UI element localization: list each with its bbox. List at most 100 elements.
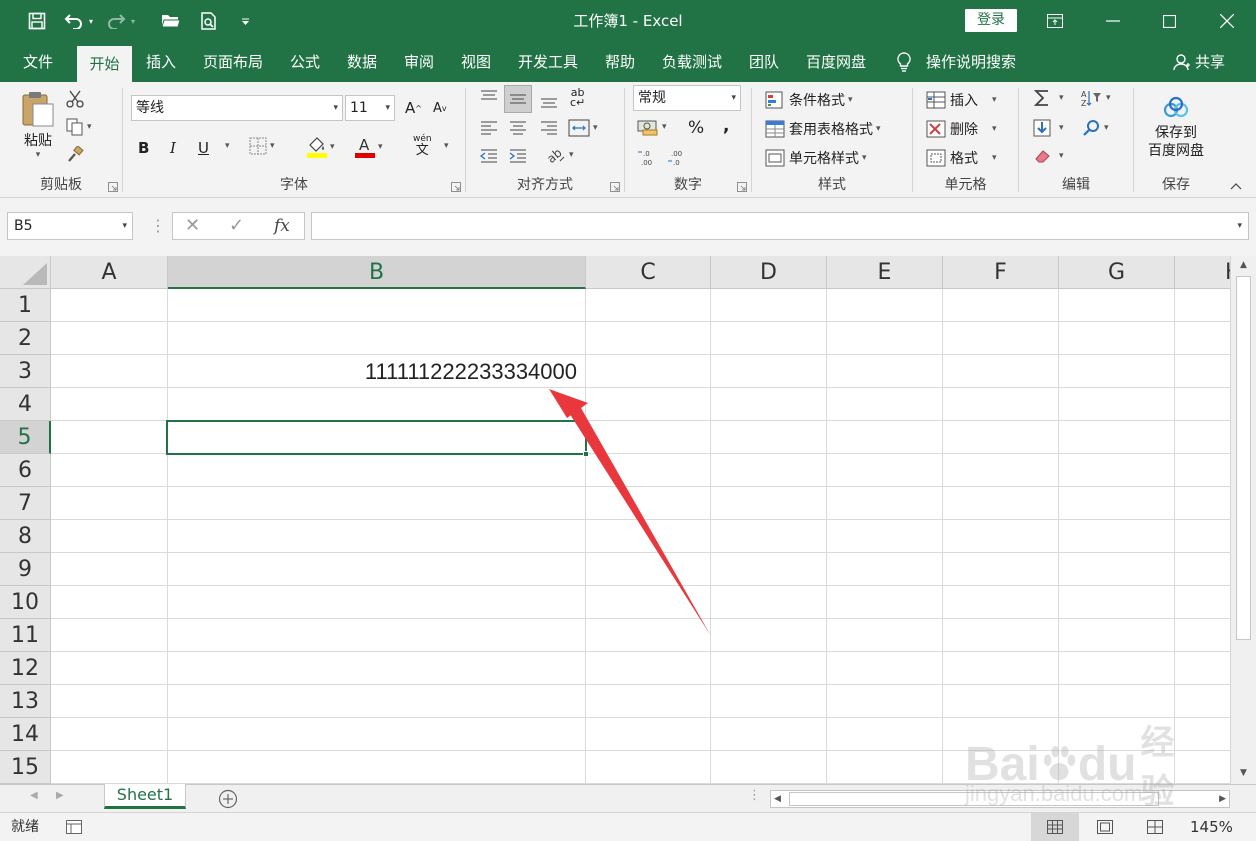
save-to-baidu-button[interactable]: 保存到 百度网盘 xyxy=(1142,96,1210,160)
clipboard-launcher-icon[interactable] xyxy=(108,182,118,192)
scroll-down-icon[interactable]: ▼ xyxy=(1236,766,1251,781)
cut-button[interactable] xyxy=(66,90,84,108)
font-size-combo[interactable]: 11 ▾ xyxy=(345,95,395,121)
sort-filter-button[interactable]: AZ ▾ xyxy=(1081,89,1111,107)
align-center-button[interactable] xyxy=(508,120,528,136)
scroll-left-icon[interactable]: ◀ xyxy=(774,791,781,807)
copy-button[interactable]: ▾ xyxy=(66,118,92,136)
delete-cells-button[interactable]: 删除 ▾ xyxy=(926,119,997,139)
page-break-view-button[interactable] xyxy=(1131,813,1179,841)
number-launcher-icon[interactable] xyxy=(737,182,747,192)
font-launcher-icon[interactable] xyxy=(451,182,461,192)
maximize-icon[interactable] xyxy=(1140,0,1198,42)
tab-page-layout[interactable]: 页面布局 xyxy=(196,42,270,82)
formula-bar: B5 ▾ ⋮ ✕ ✓ fx ▾ xyxy=(0,198,1256,256)
format-as-table-button[interactable]: 套用表格格式 ▾ xyxy=(765,119,881,139)
prev-sheet-icon[interactable]: ◀ xyxy=(30,790,38,801)
phonetic-guide-button[interactable]: wén 文 xyxy=(413,134,432,158)
tab-baidu-netdisk[interactable]: 百度网盘 xyxy=(799,42,873,82)
clear-button[interactable]: ▾ xyxy=(1033,148,1064,164)
close-icon[interactable] xyxy=(1198,0,1256,42)
align-left-button[interactable] xyxy=(479,120,499,136)
formula-bar-grip-icon[interactable]: ⋮ xyxy=(150,216,166,235)
tell-me-search[interactable]: 操作说明搜索 xyxy=(896,42,1026,82)
decrease-decimal-button[interactable]: .00.0 xyxy=(667,148,689,166)
tab-splitter-icon[interactable]: ⋮ xyxy=(748,788,761,803)
autosum-button[interactable]: ▾ xyxy=(1033,88,1064,108)
format-cells-button[interactable]: 格式 ▾ xyxy=(926,148,997,168)
tab-load-test[interactable]: 负载测试 xyxy=(655,42,729,82)
collapse-ribbon-icon[interactable] xyxy=(1230,182,1242,190)
tab-help[interactable]: 帮助 xyxy=(598,42,642,82)
svg-text:.00: .00 xyxy=(671,150,682,158)
tab-developer[interactable]: 开发工具 xyxy=(511,42,585,82)
share-button[interactable]: 共享 xyxy=(1173,42,1225,82)
horizontal-scrollbar[interactable]: ◀ ▶ xyxy=(770,790,1230,808)
percent-button[interactable]: % xyxy=(688,118,704,138)
add-sheet-icon[interactable] xyxy=(218,789,238,809)
tab-team[interactable]: 团队 xyxy=(742,42,786,82)
increase-font-button[interactable]: A ^ xyxy=(405,99,422,117)
comma-button[interactable]: , xyxy=(723,116,729,136)
decrease-indent-button[interactable] xyxy=(479,148,499,164)
fill-color-button[interactable]: ▾ xyxy=(307,136,335,158)
italic-button[interactable]: I xyxy=(170,139,176,157)
login-button[interactable]: 登录 xyxy=(965,9,1017,32)
copy-dropdown-icon[interactable]: ▾ xyxy=(87,122,92,132)
increase-decimal-button[interactable]: .0.00 xyxy=(637,148,659,166)
alignment-launcher-icon[interactable] xyxy=(610,182,620,192)
next-sheet-icon[interactable]: ▶ xyxy=(56,790,64,801)
tab-formulas[interactable]: 公式 xyxy=(283,42,327,82)
bold-button[interactable]: B xyxy=(138,139,149,157)
number-format-combo[interactable]: 常规 ▾ xyxy=(633,85,741,111)
wrap-text-button[interactable]: ab c↵ xyxy=(570,87,585,108)
insert-function-button[interactable]: fx xyxy=(274,213,290,239)
worksheet-grid[interactable]: A B C D E F G H 1 2 3 4 5 6 7 8 9 10 11 … xyxy=(0,256,1230,784)
font-name-combo[interactable]: 等线 ▾ xyxy=(131,95,343,121)
tab-review[interactable]: 审阅 xyxy=(397,42,441,82)
tab-insert[interactable]: 插入 xyxy=(139,42,183,82)
zoom-level[interactable]: 145% xyxy=(1190,813,1233,841)
paste-button[interactable]: 粘贴 ▾ xyxy=(18,90,58,160)
find-select-button[interactable]: ▾ xyxy=(1083,119,1109,137)
scroll-up-icon[interactable]: ▲ xyxy=(1236,258,1251,273)
page-layout-view-button[interactable] xyxy=(1081,813,1129,841)
macro-record-icon[interactable] xyxy=(66,820,82,834)
tab-view[interactable]: 视图 xyxy=(454,42,498,82)
orientation-button[interactable]: ab ▾ xyxy=(546,146,574,164)
tab-home[interactable]: 开始 xyxy=(77,46,132,82)
tab-file[interactable]: 文件 xyxy=(16,42,60,82)
insert-cells-button[interactable]: 插入 ▾ xyxy=(926,90,997,110)
scroll-right-icon[interactable]: ▶ xyxy=(1219,791,1226,807)
ribbon-display-options-icon[interactable] xyxy=(1026,0,1084,42)
middle-align-button[interactable] xyxy=(504,85,532,113)
accounting-format-button[interactable]: ▾ xyxy=(637,118,667,136)
tab-data[interactable]: 数据 xyxy=(340,42,384,82)
merge-center-button[interactable]: ▾ xyxy=(568,119,598,137)
decrease-font-button[interactable]: Av xyxy=(433,101,447,116)
vertical-scroll-thumb[interactable] xyxy=(1236,276,1251,640)
formula-input[interactable]: ▾ xyxy=(311,212,1249,240)
fill-button[interactable]: ▾ xyxy=(1033,119,1064,137)
underline-button[interactable]: U xyxy=(198,139,209,157)
increase-indent-button[interactable] xyxy=(508,148,528,164)
bottom-align-button[interactable] xyxy=(539,91,559,109)
phonetic-dropdown-icon[interactable]: ▾ xyxy=(441,141,449,151)
name-box[interactable]: B5 ▾ xyxy=(7,212,133,240)
cell-styles-button[interactable]: 单元格样式 ▾ xyxy=(765,148,867,168)
paste-dropdown-icon[interactable]: ▾ xyxy=(36,150,41,160)
font-color-button[interactable]: A ▾ xyxy=(355,136,383,158)
vertical-scrollbar[interactable]: ▲ ▼ xyxy=(1230,256,1256,784)
sheet-tab-sheet1[interactable]: Sheet1 xyxy=(104,784,186,809)
align-right-button[interactable] xyxy=(539,120,559,136)
format-painter-button[interactable] xyxy=(66,146,84,164)
underline-dropdown-icon[interactable]: ▾ xyxy=(222,141,230,151)
normal-view-button[interactable] xyxy=(1031,813,1079,841)
conditional-formatting-button[interactable]: 条件格式 ▾ xyxy=(765,90,853,110)
expand-formula-bar-icon[interactable]: ▾ xyxy=(1237,213,1242,239)
phonetic-bottom: 文 xyxy=(415,143,429,158)
horizontal-scroll-thumb[interactable] xyxy=(789,792,1159,806)
top-align-button[interactable] xyxy=(479,89,499,107)
borders-button[interactable]: ▾ xyxy=(249,137,275,155)
minimize-icon[interactable] xyxy=(1084,0,1142,42)
